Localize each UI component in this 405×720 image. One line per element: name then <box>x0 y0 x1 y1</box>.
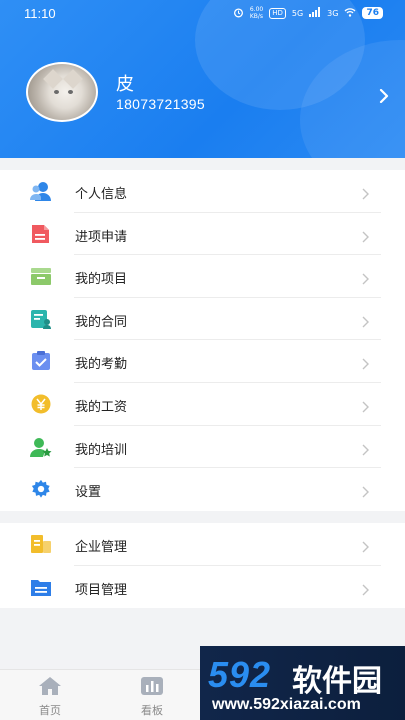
watermark-number: 592 <box>208 654 272 695</box>
chevron-right-icon <box>362 270 370 285</box>
avatar[interactable] <box>26 62 98 122</box>
menu-item-label: 设置 <box>75 485 102 501</box>
nav-label: 看板 <box>141 704 163 717</box>
menu-item-label: 我的培训 <box>75 442 128 458</box>
document-icon <box>30 224 52 244</box>
status-icons: 6.00 KB/s HD 5G 3G 76 <box>233 6 383 20</box>
menu-item-project-management[interactable]: 项目管理 <box>0 566 405 609</box>
nav-dashboard[interactable]: 看板 <box>122 676 182 718</box>
watermark-url: www.592xiazai.com <box>212 696 361 713</box>
profile-row[interactable]: 皮 18073721395 <box>0 62 405 126</box>
signal-icon <box>309 7 321 19</box>
nav-home[interactable]: 首页 <box>20 676 80 718</box>
menu-item-my-projects[interactable]: 我的项目 <box>0 255 405 298</box>
project-folder-icon <box>30 577 52 597</box>
menu-group-management: 企业管理 项目管理 <box>0 523 405 608</box>
yen-coin-icon <box>30 394 52 414</box>
menu-item-label: 项目管理 <box>75 582 128 598</box>
chevron-right-icon <box>362 581 370 596</box>
contract-icon <box>30 309 52 329</box>
enterprise-building-icon <box>30 534 52 554</box>
chevron-right-icon <box>362 483 370 498</box>
wifi-icon <box>344 7 356 19</box>
dashboard-chart-icon <box>140 677 164 700</box>
menu-item-label: 个人信息 <box>75 187 128 202</box>
alarm-icon <box>233 7 244 20</box>
status-bar: 11:10 6.00 KB/s HD 5G 3G 76 <box>0 0 405 28</box>
site-watermark: 592 软件园 www.592xiazai.com <box>200 646 405 720</box>
menu-item-my-training[interactable]: 我的培训 <box>0 426 405 469</box>
menu-item-label: 进项申请 <box>75 229 128 245</box>
chevron-right-icon <box>362 441 370 456</box>
folder-box-icon <box>30 266 52 286</box>
menu-group-main: 个人信息 进项申请 我的项目 我的合同 我的考勤 我的工资 我的培训 设置 <box>0 170 405 511</box>
nav-label: 首页 <box>39 704 61 717</box>
chevron-right-icon <box>362 228 370 243</box>
chevron-right-icon[interactable] <box>378 88 390 104</box>
chevron-right-icon <box>362 355 370 370</box>
menu-item-my-attendance[interactable]: 我的考勤 <box>0 340 405 383</box>
watermark-brand: 软件园 <box>292 664 382 699</box>
menu-item-enterprise-management[interactable]: 企业管理 <box>0 523 405 566</box>
menu-item-settings[interactable]: 设置 <box>0 468 405 511</box>
menu-item-my-salary[interactable]: 我的工资 <box>0 383 405 426</box>
gear-icon <box>30 479 52 499</box>
user-name: 皮 <box>116 74 134 95</box>
menu-item-label: 我的工资 <box>75 399 128 415</box>
signal-3g: 3G <box>327 8 339 18</box>
user-phone: 18073721395 <box>116 96 205 112</box>
home-icon <box>38 677 62 700</box>
menu-item-label: 企业管理 <box>75 540 128 555</box>
signal-5g: 5G <box>291 8 304 18</box>
chevron-right-icon <box>362 398 370 413</box>
training-person-star-icon <box>30 437 52 457</box>
menu-item-personal-info[interactable]: 个人信息 <box>0 170 405 213</box>
chevron-right-icon <box>362 538 370 553</box>
chevron-right-icon <box>362 185 370 200</box>
menu-item-my-contracts[interactable]: 我的合同 <box>0 298 405 341</box>
menu-item-income-apply[interactable]: 进项申请 <box>0 213 405 256</box>
battery-level: 76 <box>362 7 383 19</box>
profile-header: 11:10 6.00 KB/s HD 5G 3G 76 皮 1807372139… <box>0 0 405 158</box>
net-speed: 6.00 KB/s <box>249 6 264 20</box>
menu-item-label: 我的考勤 <box>75 357 128 373</box>
hd-badge: HD <box>269 7 286 19</box>
status-time: 11:10 <box>24 6 56 21</box>
chevron-right-icon <box>362 313 370 328</box>
person-icon <box>30 181 52 201</box>
menu-item-label: 我的合同 <box>75 314 128 330</box>
attendance-clipboard-icon <box>30 351 52 371</box>
menu-item-label: 我的项目 <box>75 272 128 288</box>
